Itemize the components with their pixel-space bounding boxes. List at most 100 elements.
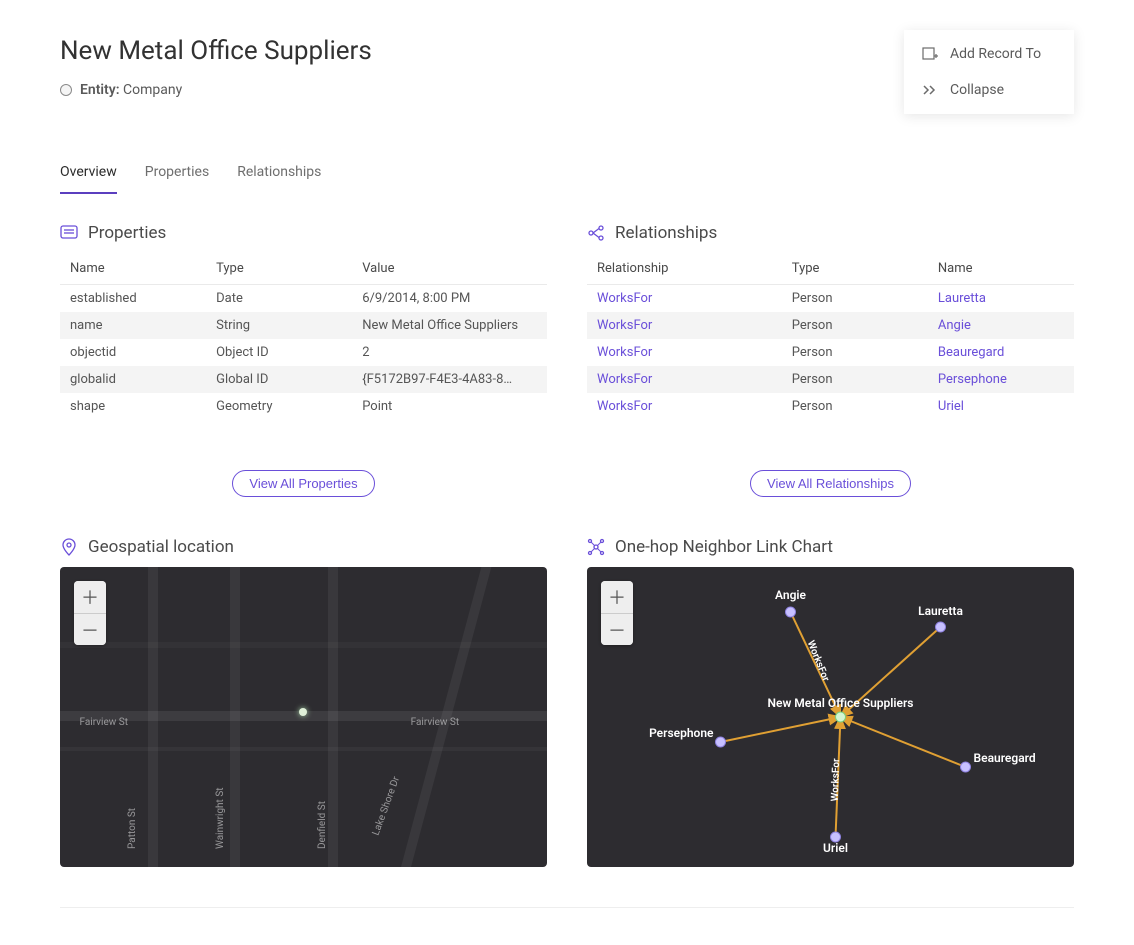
tab-overview[interactable]: Overview <box>60 156 117 194</box>
col-type: Type <box>206 253 352 285</box>
street-label: Wainwright St <box>215 787 226 849</box>
street-label: Fairview St <box>411 717 460 728</box>
prop-name: shape <box>60 393 206 420</box>
node-label: Beauregard <box>974 751 1036 765</box>
table-row: objectid Object ID 2 <box>60 339 547 366</box>
street-label: Denfield St <box>317 801 328 849</box>
col-name: Name <box>928 253 1074 285</box>
entity-type-line: Entity: Company <box>60 82 372 98</box>
prop-type: Geometry <box>206 393 352 420</box>
link-chart-svg: New Metal Office Suppliers Angie Laurett… <box>587 567 1074 867</box>
add-record-icon <box>922 46 938 62</box>
table-row: globalid Global ID {F5172B97-F4E3-4A83-8… <box>60 366 547 393</box>
properties-table: Name Type Value established Date 6/9/201… <box>60 253 547 420</box>
node-label: Uriel <box>823 841 848 855</box>
rel-type: Person <box>782 366 928 393</box>
table-row: WorksFor Person Beauregard <box>587 339 1074 366</box>
link-chart-view[interactable]: ＋ － <box>587 567 1074 867</box>
rel-type: Person <box>782 339 928 366</box>
node-label: Persephone <box>649 726 714 740</box>
street-label: Fairview St <box>79 717 128 728</box>
prop-value: {F5172B97-F4E3-4A83-8… <box>352 366 547 393</box>
prop-type: String <box>206 312 352 339</box>
entity-value: Company <box>123 82 182 98</box>
view-all-properties-button[interactable]: View All Properties <box>232 470 374 497</box>
properties-icon <box>60 224 78 242</box>
add-record-to-button[interactable]: Add Record To <box>904 36 1074 72</box>
map-pin-icon <box>60 538 78 556</box>
entity-label: Entity: <box>80 82 120 98</box>
page-title: New Metal Office Suppliers <box>60 36 372 66</box>
related-name-link[interactable]: Beauregard <box>938 345 1004 360</box>
table-row: WorksFor Person Uriel <box>587 393 1074 420</box>
map-point <box>299 708 307 716</box>
collapse-button[interactable]: Collapse <box>904 72 1074 108</box>
related-name-link[interactable]: Lauretta <box>938 291 986 306</box>
relationship-link[interactable]: WorksFor <box>597 372 652 387</box>
map-zoom-control: ＋ － <box>74 581 106 645</box>
geospatial-title: Geospatial location <box>88 537 234 557</box>
add-record-label: Add Record To <box>950 46 1041 62</box>
collapse-label: Collapse <box>950 82 1004 98</box>
prop-name: name <box>60 312 206 339</box>
relationship-link[interactable]: WorksFor <box>597 399 652 414</box>
relationship-link[interactable]: WorksFor <box>597 291 652 306</box>
link-chart-icon <box>587 538 605 556</box>
col-type: Type <box>782 253 928 285</box>
relationships-table: Relationship Type Name WorksFor Person L… <box>587 253 1074 420</box>
prop-value: New Metal Office Suppliers <box>352 312 547 339</box>
chevron-double-right-icon <box>922 82 938 98</box>
entity-dot-icon <box>60 84 72 96</box>
prop-type: Object ID <box>206 339 352 366</box>
prop-value: 6/9/2014, 8:00 PM <box>352 285 547 313</box>
rel-type: Person <box>782 285 928 313</box>
tab-properties[interactable]: Properties <box>145 156 209 194</box>
footer-divider <box>60 907 1074 908</box>
relationships-icon <box>587 224 605 242</box>
chart-zoom-control: ＋ － <box>601 581 633 645</box>
prop-value: 2 <box>352 339 547 366</box>
col-name: Name <box>60 253 206 285</box>
related-name-link[interactable]: Persephone <box>938 372 1007 387</box>
table-row: name String New Metal Office Suppliers <box>60 312 547 339</box>
prop-name: established <box>60 285 206 313</box>
prop-name: objectid <box>60 339 206 366</box>
prop-type: Date <box>206 285 352 313</box>
col-value: Value <box>352 253 547 285</box>
node-label: Lauretta <box>918 604 963 618</box>
table-row: shape Geometry Point <box>60 393 547 420</box>
col-relationship: Relationship <box>587 253 782 285</box>
street-label: Patton St <box>127 808 138 849</box>
street-label: Lake Shore Dr <box>371 775 402 837</box>
relationships-panel: Relationships Relationship Type Name Wor… <box>587 223 1074 497</box>
table-row: WorksFor Person Angie <box>587 312 1074 339</box>
tabs: Overview Properties Relationships <box>60 156 1074 195</box>
properties-title: Properties <box>88 223 166 243</box>
edge-label: WorksFor <box>830 758 843 802</box>
related-name-link[interactable]: Angie <box>938 318 971 333</box>
action-menu: Add Record To Collapse <box>904 30 1074 114</box>
geospatial-panel: Geospatial location Fairview St Fairview… <box>60 537 547 867</box>
tab-relationships[interactable]: Relationships <box>237 156 321 194</box>
rel-type: Person <box>782 393 928 420</box>
prop-value: Point <box>352 393 547 420</box>
map-view[interactable]: Fairview St Fairview St Patton St Wainwr… <box>60 567 547 867</box>
relationship-link[interactable]: WorksFor <box>597 318 652 333</box>
zoom-out-button[interactable]: － <box>74 613 106 645</box>
relationship-link[interactable]: WorksFor <box>597 345 652 360</box>
table-row: established Date 6/9/2014, 8:00 PM <box>60 285 547 313</box>
relationships-title: Relationships <box>615 223 717 243</box>
edge-label: WorksFor <box>805 639 831 683</box>
link-chart-title: One-hop Neighbor Link Chart <box>615 537 833 557</box>
related-name-link[interactable]: Uriel <box>938 399 964 414</box>
table-row: WorksFor Person Persephone <box>587 366 1074 393</box>
prop-name: globalid <box>60 366 206 393</box>
center-node-label: New Metal Office Suppliers <box>768 696 914 710</box>
zoom-out-button[interactable]: － <box>601 613 633 645</box>
table-row: WorksFor Person Lauretta <box>587 285 1074 313</box>
prop-type: Global ID <box>206 366 352 393</box>
zoom-in-button[interactable]: ＋ <box>74 581 106 613</box>
view-all-relationships-button[interactable]: View All Relationships <box>750 470 911 497</box>
zoom-in-button[interactable]: ＋ <box>601 581 633 613</box>
rel-type: Person <box>782 312 928 339</box>
